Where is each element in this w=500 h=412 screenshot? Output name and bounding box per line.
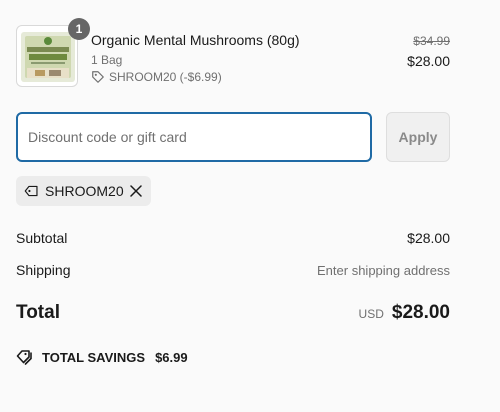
applied-discount-chip: SHROOM20	[16, 176, 151, 206]
product-image-icon	[21, 32, 75, 82]
savings-label: TOTAL SAVINGS	[42, 349, 146, 365]
original-price: $34.99	[413, 34, 450, 48]
total-label: Total	[16, 302, 60, 323]
product-variant: 1 Bag	[91, 53, 123, 67]
tags-icon	[16, 350, 32, 365]
shipping-label: Shipping	[16, 262, 71, 278]
item-discount-label: SHROOM20 (-$6.99)	[109, 70, 222, 84]
remove-discount-button[interactable]	[130, 183, 143, 199]
subtotal-label: Subtotal	[16, 230, 68, 246]
subtotal-value: $28.00	[407, 230, 450, 246]
apply-button[interactable]: Apply	[386, 112, 450, 162]
total-amount: USD $28.00	[359, 302, 450, 324]
close-icon	[130, 185, 143, 197]
item-discount: SHROOM20 (-$6.99)	[91, 70, 222, 84]
product-thumbnail-wrapper: 1	[16, 18, 90, 87]
shipping-value: Enter shipping address	[317, 263, 450, 278]
quantity-badge: 1	[68, 18, 90, 40]
cart-line-item: 1 Organic Mental Mushrooms (80g) 1 Bag S…	[16, 18, 450, 90]
currency-code: USD	[358, 307, 384, 321]
total-value: $28.00	[391, 302, 450, 323]
tag-icon	[92, 71, 104, 83]
applied-code-label: SHROOM20	[45, 183, 124, 199]
savings-value: $6.99	[155, 349, 188, 365]
tag-icon	[24, 185, 38, 197]
current-price: $28.00	[407, 53, 450, 69]
total-savings: TOTAL SAVINGS $6.99	[16, 349, 188, 365]
discount-code-input[interactable]	[16, 112, 372, 162]
product-name: Organic Mental Mushrooms (80g)	[91, 32, 300, 48]
